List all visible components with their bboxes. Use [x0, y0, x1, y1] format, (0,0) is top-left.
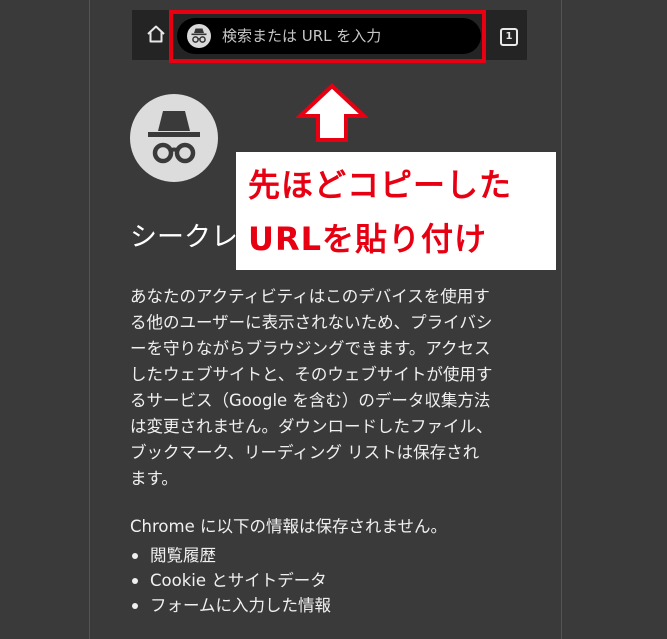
annotation-line-2: URLを貼り付け	[248, 220, 488, 258]
description: あなたのアクティビティはこのデバイスを使用す る他のユーザーに表示されないため、…	[130, 284, 530, 492]
page-title: シークレ	[130, 222, 238, 253]
home-icon[interactable]	[146, 24, 166, 44]
not-saved-list: 閲覧履歴 Cookie とサイトデータ フォームに入力した情報	[130, 543, 331, 618]
description-line: あなたのアクティビティはこのデバイスを使用す	[130, 287, 490, 306]
info-heading: Chrome に以下の情報は保存されません。	[130, 517, 447, 536]
list-item: 閲覧履歴	[130, 543, 331, 568]
description-line: ます。	[130, 469, 178, 488]
description-line: るサービス（Google を含む）のデータ収集方法	[130, 391, 491, 410]
description-line: したウェブサイトと、そのウェブサイトが使用す	[130, 365, 493, 384]
description-line: ーを守りながらブラウジングできます。アクセス	[130, 339, 491, 358]
list-item: Cookie とサイトデータ	[130, 568, 331, 593]
up-arrow-icon	[296, 83, 368, 142]
description-line: は変更されません。ダウンロードしたファイル、	[130, 417, 493, 436]
incognito-icon	[130, 94, 218, 182]
annotation-callout: 先ほどコピーした URLを貼り付け	[236, 152, 556, 270]
highlight-box	[169, 10, 486, 63]
description-line: ブックマーク、リーディング リストは保存され	[130, 443, 480, 462]
description-line: る他のユーザーに表示されないため、プライバシ	[130, 313, 493, 332]
tab-switcher-button[interactable]: 1	[500, 28, 518, 46]
annotation-line-1: 先ほどコピーした	[248, 166, 513, 204]
list-item: フォームに入力した情報	[130, 593, 331, 618]
